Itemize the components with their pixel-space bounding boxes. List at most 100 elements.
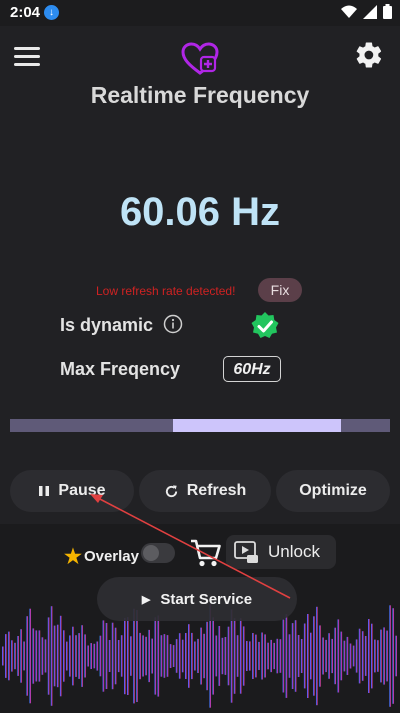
info-icon[interactable] xyxy=(163,314,183,334)
waveform-bar xyxy=(194,641,196,671)
status-bar: 2:04 ↓ xyxy=(0,0,400,26)
waveform-bar xyxy=(303,623,306,689)
is-dynamic-label: Is dynamic xyxy=(60,315,154,335)
waveform-bar xyxy=(14,642,16,670)
status-time: 2:04 xyxy=(10,4,41,21)
max-frequency-value: 60Hz xyxy=(223,356,281,382)
waveform-bar xyxy=(178,633,181,679)
waveform-bar xyxy=(386,630,388,682)
pause-icon xyxy=(39,486,50,496)
gear-icon[interactable] xyxy=(354,40,384,70)
waveform-bar xyxy=(87,645,89,667)
waveform-bar xyxy=(203,633,205,679)
waveform-bar xyxy=(346,636,349,675)
waveform-bar xyxy=(188,624,190,688)
waveform-bar xyxy=(255,634,257,678)
star-icon: ★ xyxy=(64,546,82,568)
toggle-knob xyxy=(143,545,159,561)
waveform-bar xyxy=(316,606,318,706)
waveform-bar xyxy=(340,631,343,681)
waveform-bar xyxy=(361,631,364,681)
waveform-bar xyxy=(172,645,175,667)
waveform-bar xyxy=(181,639,184,673)
waveform-bar xyxy=(264,634,266,678)
play-icon: ▶ xyxy=(141,593,151,606)
start-service-button[interactable]: ▶ Start Service xyxy=(97,577,297,621)
waveform-bar xyxy=(270,639,272,673)
waveform-bar xyxy=(325,639,327,673)
waveform-bar xyxy=(197,638,199,673)
waveform-bar xyxy=(343,640,346,672)
waveform-bar xyxy=(276,638,279,674)
optimize-button[interactable]: Optimize xyxy=(276,470,390,512)
waveform-bar xyxy=(26,616,28,696)
refresh-button[interactable]: Refresh xyxy=(139,470,271,512)
waveform-bar xyxy=(236,635,239,677)
verified-check-icon xyxy=(251,312,279,338)
waveform-bar xyxy=(374,639,376,673)
waveform-bar xyxy=(364,636,367,676)
waveform-bar xyxy=(392,608,394,704)
waveform-bar xyxy=(258,641,260,670)
waveform-bar xyxy=(163,634,166,678)
waveform-bar xyxy=(294,620,297,692)
waveform-bar xyxy=(239,618,242,694)
waveform-bar xyxy=(130,636,132,676)
waveform-bar xyxy=(63,630,65,682)
waveform-bar xyxy=(206,621,208,691)
waveform-bar xyxy=(108,640,111,672)
battery-icon xyxy=(383,4,392,19)
waveform-bar xyxy=(44,639,47,673)
waveform-bar xyxy=(90,643,92,669)
overlay-toggle[interactable] xyxy=(141,543,175,563)
waveform-bar xyxy=(84,634,86,678)
waveform-bar xyxy=(127,617,129,695)
pause-button[interactable]: Pause xyxy=(10,470,134,512)
waveform-bar xyxy=(288,634,291,678)
waveform-bar xyxy=(230,609,233,703)
waveform-bar xyxy=(69,635,71,677)
waveform-bar xyxy=(154,617,157,695)
waveform-bar xyxy=(349,643,352,669)
waveform-bar xyxy=(221,637,224,675)
fix-button[interactable]: Fix xyxy=(258,278,302,302)
waveform-bar xyxy=(227,626,230,686)
waveform-bar xyxy=(377,640,379,672)
cart-icon[interactable] xyxy=(190,538,222,568)
waveform-bar xyxy=(380,629,382,683)
waveform-bar xyxy=(200,627,202,685)
waveform-bar xyxy=(38,630,41,682)
wifi-icon xyxy=(341,5,357,18)
waveform-bar xyxy=(291,623,294,689)
unlock-button[interactable]: Unlock xyxy=(226,535,336,569)
waveform-bar xyxy=(20,629,22,683)
waveform-bar xyxy=(117,640,120,673)
waveform-bar xyxy=(218,626,221,686)
waveform-bar xyxy=(102,620,105,692)
waveform-bar xyxy=(273,642,275,670)
warning-row: Low refresh rate detected! Fix xyxy=(0,276,400,304)
waveform-bar xyxy=(368,619,370,693)
waveform-bar xyxy=(371,623,373,689)
waveform-bar xyxy=(29,608,31,704)
waveform-bar xyxy=(81,625,83,687)
waveform-bar xyxy=(8,631,10,681)
waveform-bar xyxy=(246,641,248,671)
waveform-bar xyxy=(285,614,288,698)
waveform-bar xyxy=(169,644,172,668)
page-title: Realtime Frequency xyxy=(90,82,310,108)
waveform-bar xyxy=(322,637,324,675)
waveform-bar xyxy=(395,635,397,677)
refresh-icon xyxy=(165,484,177,497)
waveform-bar xyxy=(185,633,187,679)
hamburger-menu-icon[interactable] xyxy=(14,44,40,66)
waveform-bar xyxy=(313,616,315,696)
status-icons xyxy=(341,4,392,19)
waveform-bar xyxy=(5,634,7,678)
waveform-bar xyxy=(148,629,150,683)
waveform-bar xyxy=(310,632,312,680)
waveform-bar xyxy=(383,627,385,685)
warning-text: Low refresh rate detected! xyxy=(96,284,236,298)
start-service-label: Start Service xyxy=(160,590,253,608)
frequency-bar-fill xyxy=(173,419,341,432)
